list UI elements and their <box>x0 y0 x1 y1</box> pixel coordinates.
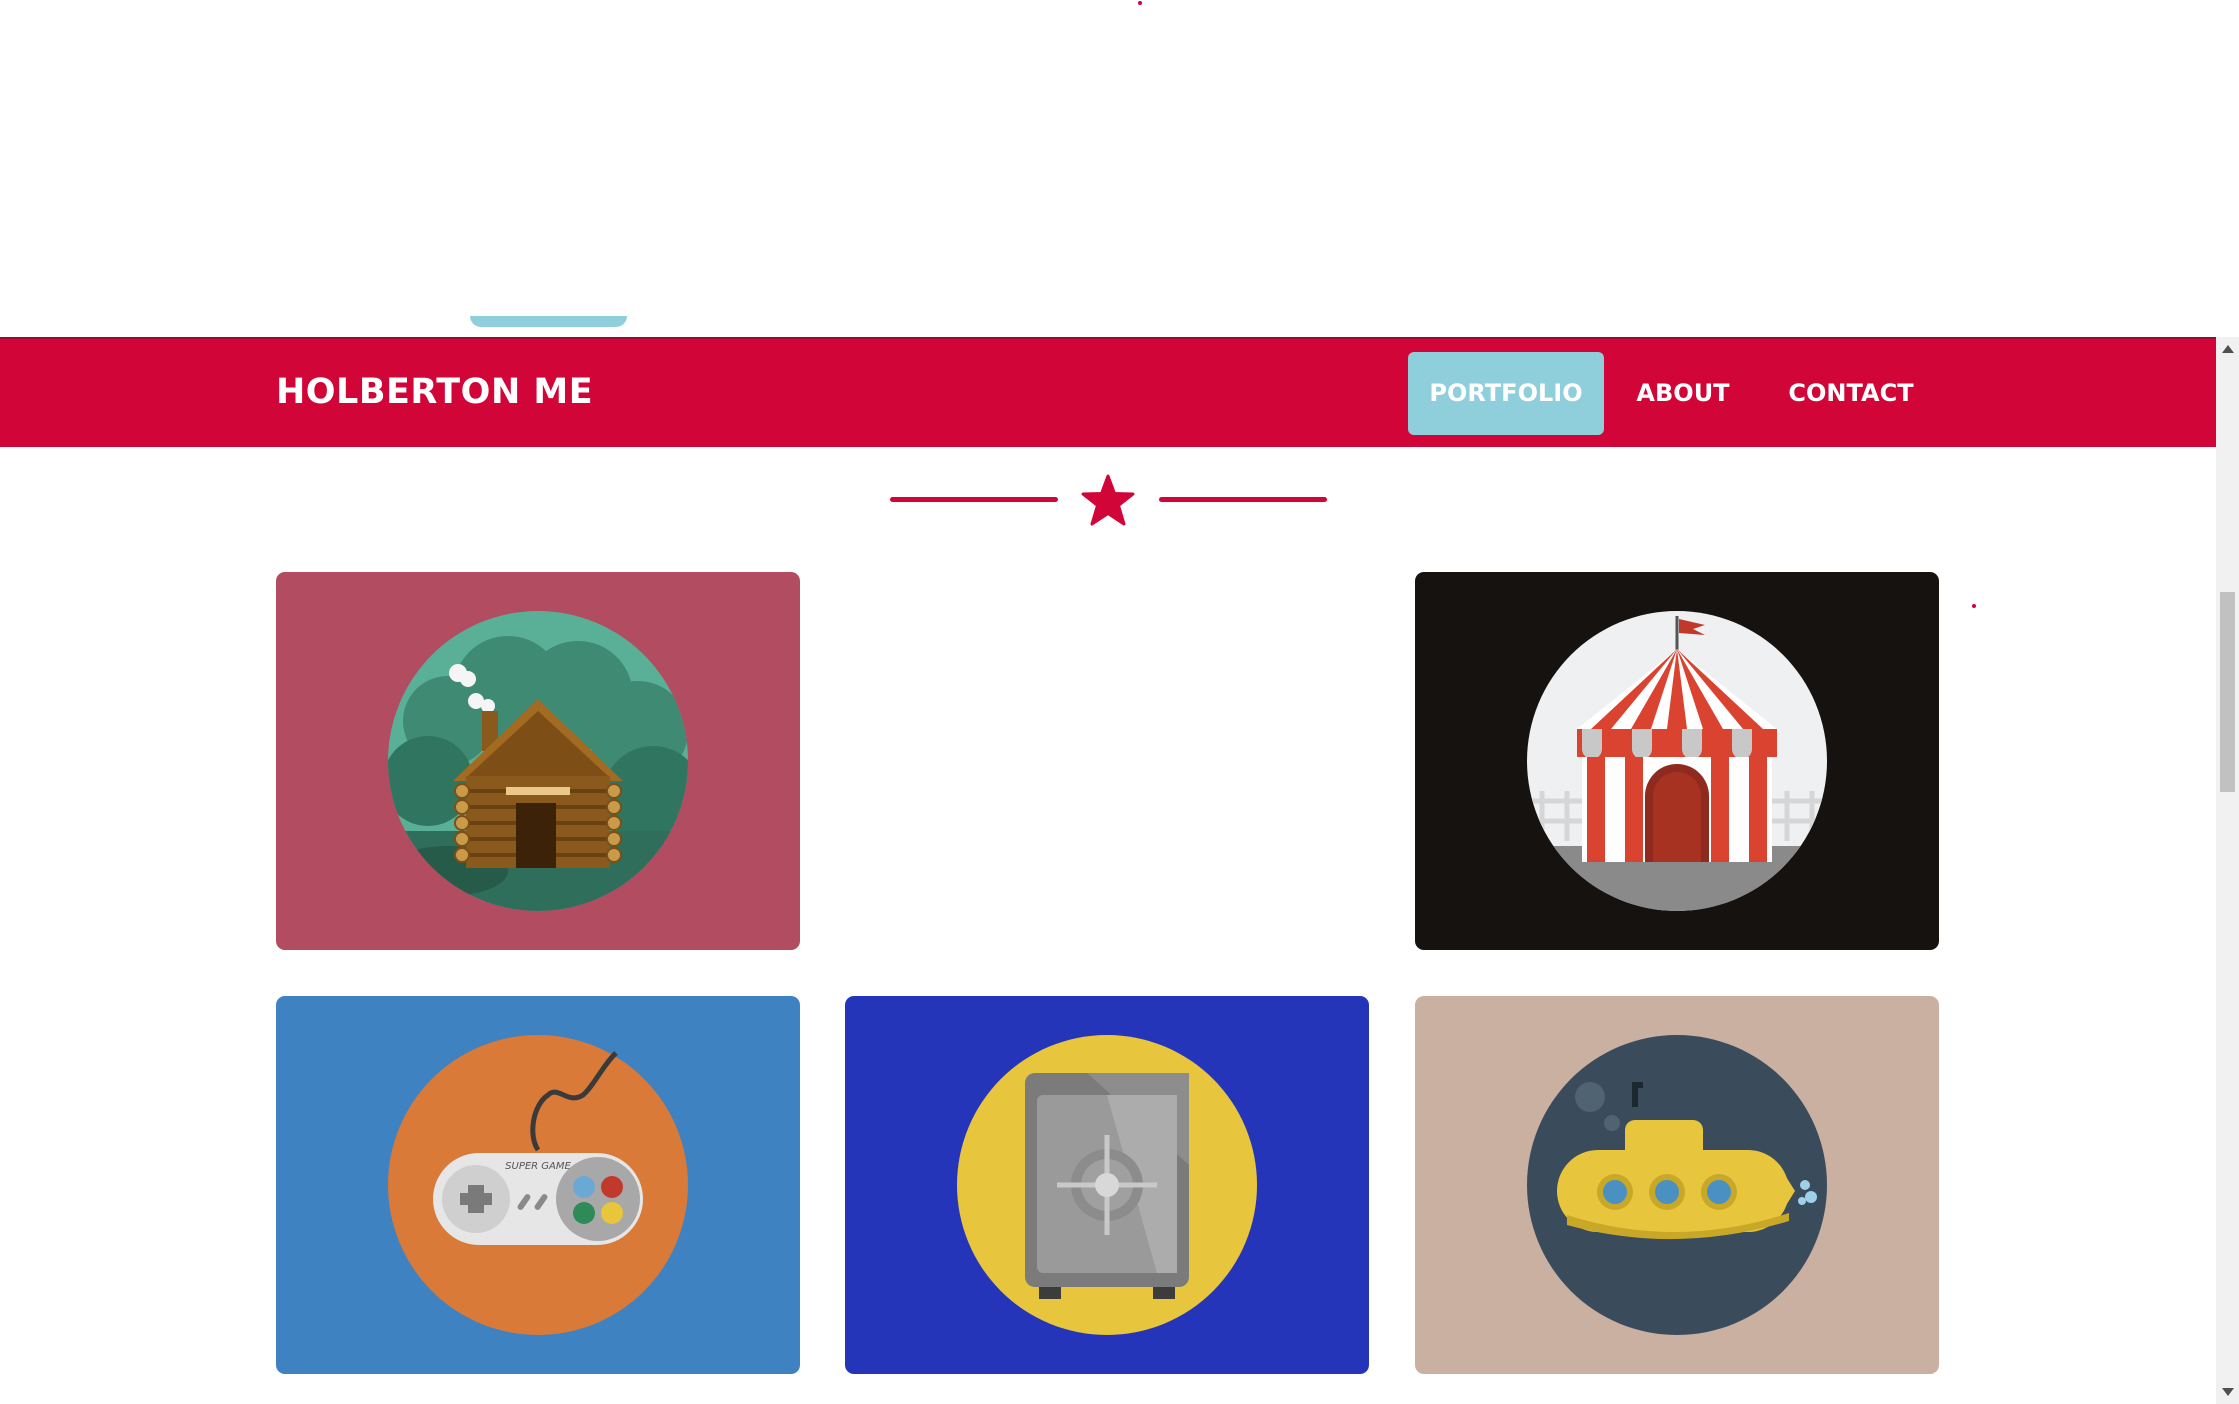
portfolio-tile-submarine[interactable] <box>1415 996 1939 1374</box>
divider-line-right <box>1159 497 1327 502</box>
nav-contact[interactable]: CONTACT <box>1766 352 1936 435</box>
scrollbar[interactable] <box>2216 337 2239 1404</box>
circus-tent-icon <box>1527 611 1827 911</box>
red-dot <box>1138 1 1142 5</box>
scroll-down-icon[interactable] <box>2222 1388 2234 1396</box>
nav-portfolio[interactable]: PORTFOLIO <box>1408 352 1604 435</box>
portfolio-tile-safe[interactable] <box>845 996 1369 1374</box>
star-icon <box>1081 474 1135 526</box>
navbar: HOLBERTON ME PORTFOLIO ABOUT CONTACT <box>0 337 2216 447</box>
portfolio-tile-circus[interactable] <box>1415 572 1939 950</box>
game-controller-icon: SUPER GAME <box>388 1035 688 1335</box>
portfolio-tile-controller[interactable]: SUPER GAME <box>276 996 800 1374</box>
cabin-icon <box>388 611 688 911</box>
divider-line-left <box>890 497 1058 502</box>
section-divider <box>888 470 1328 530</box>
scroll-thumb[interactable] <box>2220 592 2235 792</box>
nav-about[interactable]: ABOUT <box>1618 352 1748 435</box>
brand-logo[interactable]: HOLBERTON ME <box>276 367 593 417</box>
controller-label: SUPER GAME <box>505 1161 571 1172</box>
scroll-up-icon[interactable] <box>2222 345 2234 353</box>
safe-icon <box>957 1035 1257 1335</box>
red-dot <box>1972 604 1976 608</box>
scroll-top-tab <box>470 316 627 327</box>
submarine-icon <box>1527 1035 1827 1335</box>
portfolio-tile-cabin[interactable] <box>276 572 800 950</box>
